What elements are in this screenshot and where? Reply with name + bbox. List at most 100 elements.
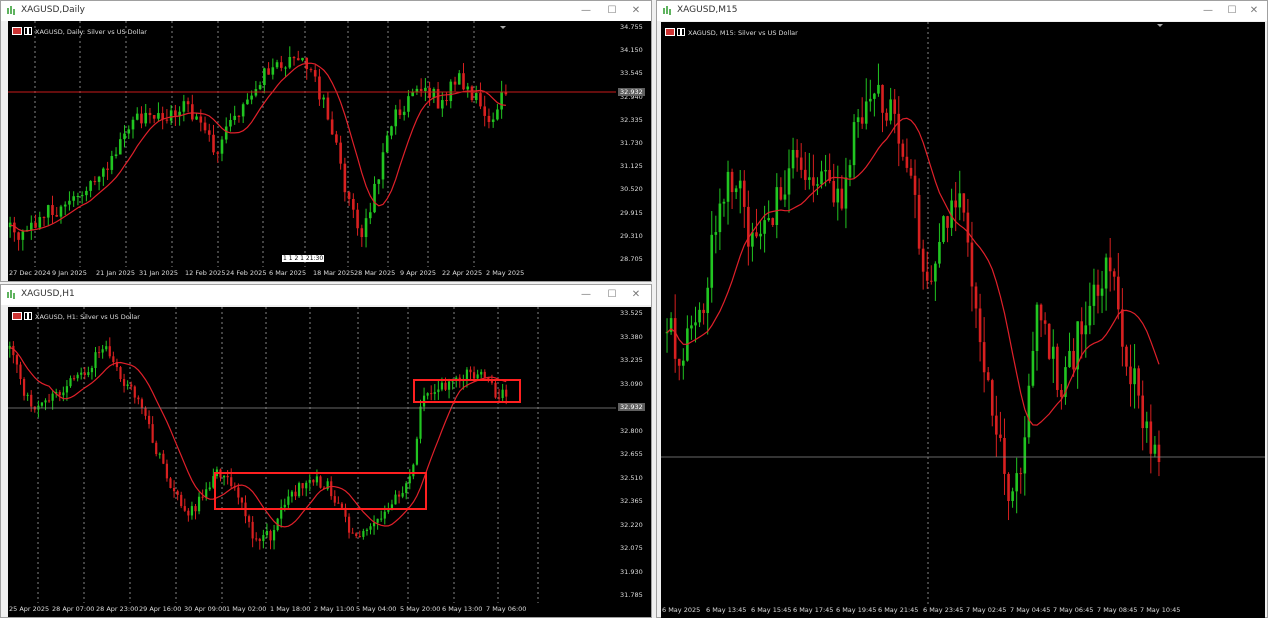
candle-body [677,358,681,366]
candle-body [710,234,714,288]
candle-body [369,526,372,530]
candle-body [373,183,376,213]
maximize-button[interactable]: ☐ [603,287,621,303]
candle-body [22,379,26,396]
candle-body [269,530,272,541]
close-button[interactable]: ✕ [627,3,645,19]
window-titlebar-h1[interactable]: XAGUSD,H1 — ☐ ✕ [1,285,651,305]
minimize-button[interactable]: — [577,287,595,303]
candle-body [816,184,819,186]
chart-window-h1[interactable]: XAGUSD,H1 — ☐ ✕ XAGUSD, H1: Silver vs US… [0,284,652,618]
candle-body [308,479,311,483]
chart-plot-area[interactable]: XAGUSD, Daily: Silver vs US Dollar 1 1 2… [8,21,616,267]
one-click-trading-icon[interactable] [24,27,32,35]
candle-body [820,171,823,185]
candle-body [284,67,287,69]
candle-body [280,62,283,68]
candle-body [343,163,347,193]
candle-body [376,518,379,523]
candle-body [500,91,503,110]
candle-body [90,367,94,373]
candle-body [112,356,115,363]
candle-body [313,70,317,77]
close-button[interactable]: ✕ [627,287,645,303]
candle-body [230,477,233,487]
symbol-label: XAGUSD, H1: Silver vs US Dollar [12,312,140,321]
candle-body [1051,346,1055,359]
time-tick-label: 5 May 20:00 [400,605,441,613]
candle-body [80,195,84,197]
close-button[interactable]: ✕ [1245,3,1263,19]
candle-body [377,179,381,184]
candle-body [706,287,709,314]
one-click-trading-icon[interactable] [24,312,32,320]
time-tick-label: 12 Feb 2025 [185,269,226,277]
price-tick-label: 33.545 [620,69,643,78]
window-titlebar-m15[interactable]: XAGUSD,M15 — ☐ ✕ [657,1,1267,21]
candle-body [449,81,453,102]
candle-body [80,372,83,375]
minimize-button[interactable]: — [577,3,595,19]
candle-body [106,168,109,170]
one-click-trading-icon[interactable] [677,28,685,36]
candle-body [1080,321,1084,335]
candle-body [55,215,59,217]
price-tick-label: 31.730 [620,139,643,147]
candle-body [130,384,133,387]
candle-body [1125,346,1128,367]
candle-body [982,342,986,373]
time-tick-label: 6 May 19:45 [836,606,877,614]
candle-body [229,120,232,127]
time-axis[interactable]: 25 Apr 2025 28 Apr 07:00 28 Apr 23:00 29 Ap… [8,603,651,617]
time-axis[interactable]: 27 Dec 2024 9 Jan 2025 21 Jan 2025 31 Jan 2… [8,267,651,281]
minimize-button[interactable]: — [1199,3,1217,19]
candle-body [783,194,787,200]
candle-body [319,476,322,488]
flag-icon [12,27,22,35]
candle-body [437,389,440,393]
candle-body [152,115,156,119]
candle-body [172,488,176,492]
price-tick-label: 32.220 [620,520,643,529]
chart-window-m15[interactable]: XAGUSD,M15 — ☐ ✕ XAGUSD, M15: Silver vs … [656,0,1268,618]
chart-plot-area[interactable]: XAGUSD, M15: Silver vs US Dollar [661,22,1265,604]
candle-body [183,506,186,511]
candle-body [122,379,126,386]
chart-window-daily[interactable]: XAGUSD,Daily — ☐ ✕ XAGUSD, Daily: Silver… [0,0,652,282]
price-axis[interactable]: 34.755 34.150 33.545 32.940 32.335 31.730 31.1… [616,21,651,267]
time-axis[interactable]: 6 May 2025 6 May 13:45 6 May 15:45 6 May 17… [661,604,1265,618]
time-tick-label: 6 May 2025 [662,606,701,614]
candle-body [457,73,461,85]
candle-body [105,346,108,350]
candle-body [466,86,470,90]
candle-body [158,453,161,455]
symbol-label: XAGUSD, M15: Silver vs US Dollar [665,28,798,37]
candle-body [426,393,429,396]
candle-body [114,154,118,157]
candle-body [365,529,369,531]
window-titlebar-daily[interactable]: XAGUSD,Daily — ☐ ✕ [1,1,651,21]
candle-body [30,394,33,407]
time-tick-label: 7 May 04:45 [1010,606,1051,614]
maximize-button[interactable]: ☐ [603,3,621,19]
candle-body [901,143,905,157]
candle-body [40,402,44,406]
candle-body [385,135,389,153]
candle-body [921,248,925,272]
candle-body [187,510,190,516]
price-axis[interactable]: 33.52533.38033.23533.09032.94532.80032.6… [616,307,651,603]
candle-body [312,479,315,483]
time-tick-label: 7 May 08:45 [1097,606,1138,614]
candle-body [30,222,33,230]
candle-body [62,392,65,396]
candle-body [68,200,71,205]
candle-body [290,491,294,497]
candle-body [742,180,746,207]
candlestick-chart [8,21,616,267]
candle-body [812,177,815,186]
maximize-button[interactable]: ☐ [1223,3,1241,19]
candle-body [63,204,67,207]
current-price-badge: 32.932 [618,88,645,96]
chart-plot-area[interactable]: XAGUSD, H1: Silver vs US Dollar [8,307,616,603]
candle-body [755,232,758,237]
